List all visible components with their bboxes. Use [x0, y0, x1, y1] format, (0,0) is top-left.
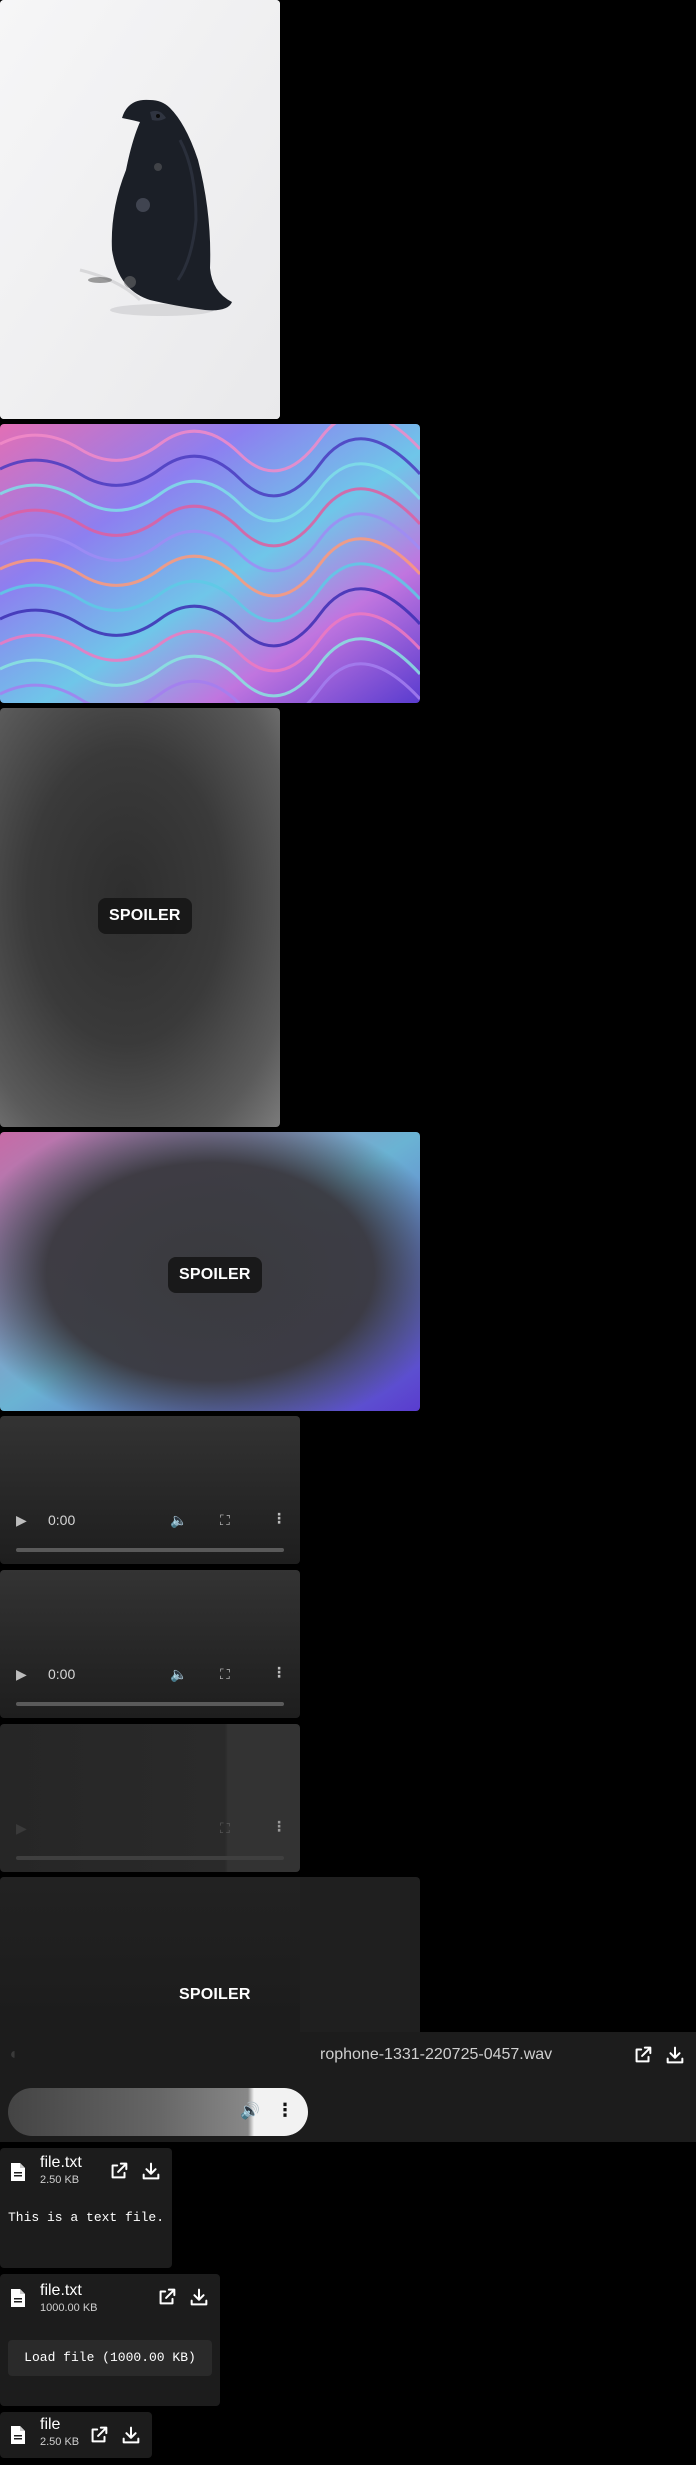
external-link-icon[interactable] [632, 2044, 654, 2066]
play-icon[interactable]: ▶ [16, 1512, 27, 1529]
file-size: 2.50 KB [40, 2174, 80, 2186]
download-icon[interactable] [140, 2160, 162, 2182]
spoiler-image-wide[interactable]: SPOILER [0, 1132, 420, 1411]
file-size: 2.50 KB [40, 2436, 80, 2448]
more-vertical-icon[interactable]: ⋮ [276, 2100, 294, 2121]
fullscreen-icon[interactable]: ⛶ [220, 1512, 230, 1529]
file-attachment-text: file.txt 2.50 KB This is a text file. [0, 2148, 172, 2268]
file-attachment-binary: file 2.50 KB [0, 2412, 152, 2458]
play-icon[interactable]: ▶ [16, 1820, 27, 1837]
play-icon[interactable]: ▶ [16, 1666, 27, 1683]
volume-icon[interactable]: 🔈 [170, 1666, 187, 1683]
spoiler-label: SPOILER [98, 898, 192, 934]
video-player[interactable]: ▶ 0:00 🔈 ⛶ ⋮ [0, 1416, 300, 1564]
raven-image [0, 0, 280, 419]
image-attachment-waves[interactable] [0, 424, 420, 703]
video-player-blurred[interactable]: ▶ ⛶ ⋮ [0, 1724, 300, 1872]
video-progress-bar[interactable] [16, 1548, 284, 1552]
more-vertical-icon[interactable]: ⋮ [272, 1664, 286, 1681]
load-file-button[interactable]: Load file (1000.00 KB) [8, 2340, 212, 2376]
audio-player[interactable]: 🔊 ⋮ [8, 2088, 308, 2136]
more-vertical-icon[interactable]: ⋮ [272, 1818, 286, 1835]
more-vertical-icon[interactable]: ⋮ [272, 1510, 286, 1527]
image-attachment-raven[interactable] [0, 0, 280, 419]
external-link-icon[interactable] [108, 2160, 130, 2182]
audio-attachment: ◖ rophone-1331-220725-0457.wav 🔊 ⋮ [0, 2032, 696, 2142]
file-size: 1000.00 KB [40, 2302, 98, 2314]
video-controls: ▶ 0:00 🔈 ⛶ ⋮ [0, 1640, 300, 1718]
waves-image [0, 424, 420, 703]
video-progress-bar[interactable] [16, 1702, 284, 1706]
video-time: 0:00 [48, 1666, 76, 1682]
download-icon[interactable] [188, 2286, 210, 2308]
video-time: 0:00 [48, 1512, 76, 1528]
spoiler-image-tall[interactable]: SPOILER [0, 708, 280, 1127]
file-icon [11, 2289, 25, 2307]
video-controls: ▶ 0:00 🔈 ⛶ ⋮ [0, 1486, 300, 1564]
external-link-icon[interactable] [88, 2424, 110, 2446]
file-name: file.txt [40, 2282, 82, 2299]
external-link-icon[interactable] [156, 2286, 178, 2308]
audio-filename: rophone-1331-220725-0457.wav [320, 2046, 553, 2063]
audio-file-icon: ◖ [8, 2046, 18, 2063]
file-name: file [40, 2416, 61, 2433]
volume-icon[interactable]: 🔊 [240, 2101, 260, 2121]
download-icon[interactable] [120, 2424, 142, 2446]
video-progress-bar[interactable] [16, 1856, 284, 1860]
fullscreen-icon[interactable]: ⛶ [220, 1666, 230, 1683]
file-name: file.txt [40, 2154, 82, 2171]
file-icon [11, 2163, 25, 2181]
download-icon[interactable] [664, 2044, 686, 2066]
video-player[interactable]: ▶ 0:00 🔈 ⛶ ⋮ [0, 1570, 300, 1718]
fullscreen-icon[interactable]: ⛶ [220, 1820, 230, 1837]
spoiler-label: SPOILER [168, 1257, 262, 1293]
spoiler-label: SPOILER [179, 1986, 251, 2003]
volume-icon[interactable]: 🔈 [170, 1512, 187, 1529]
file-preview-text: This is a text file. [8, 2210, 165, 2225]
file-icon [11, 2426, 25, 2444]
video-controls: ▶ ⛶ ⋮ [0, 1794, 300, 1872]
file-attachment-large: file.txt 1000.00 KB Load file (1000.00 K… [0, 2274, 220, 2406]
